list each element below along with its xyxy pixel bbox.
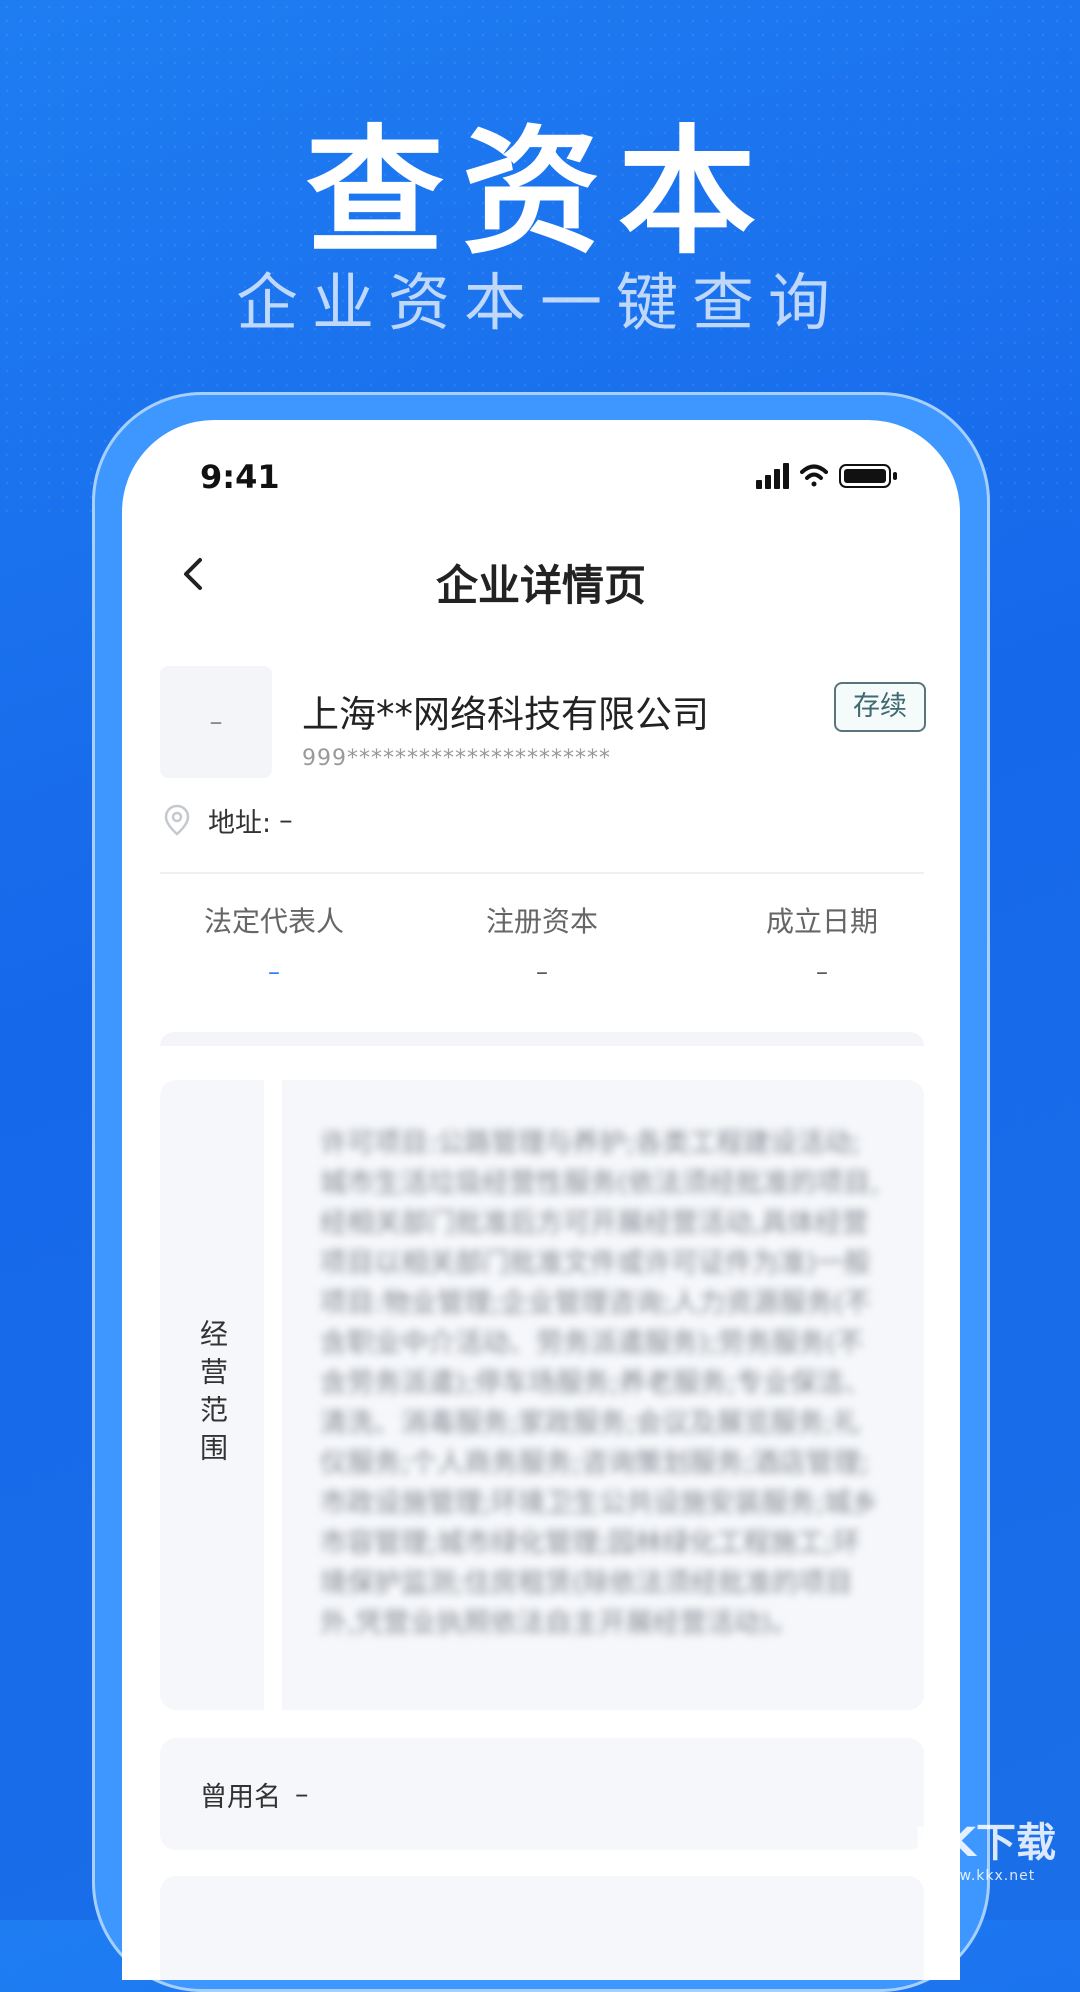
hero-title: 查资本 xyxy=(305,112,774,273)
former-name-label: 曾用名 xyxy=(200,1781,281,1813)
status-icons xyxy=(756,460,916,490)
former-name-card: 曾用名 – xyxy=(160,1738,924,1850)
stat-value: – xyxy=(816,958,828,986)
status-badge: 存续 xyxy=(834,682,926,732)
address-value: – xyxy=(279,804,293,836)
watermark-url: www.kkx.net xyxy=(934,1868,1036,1884)
card-top-edge xyxy=(160,1032,924,1046)
stat-registered-capital: 注册资本 – xyxy=(422,900,662,986)
address-row: 地址: – xyxy=(164,800,293,840)
watermark-main: KK下载 xyxy=(914,1820,1056,1866)
signal-icon xyxy=(756,463,789,489)
page-title: 企业详情页 xyxy=(435,561,646,610)
scope-separator xyxy=(264,1080,282,1710)
stat-label: 注册资本 xyxy=(485,905,598,938)
business-scope-label: 经营范围 xyxy=(196,1319,229,1471)
stat-establish-date: 成立日期 – xyxy=(702,900,942,986)
stat-value: – xyxy=(268,958,280,986)
stat-label: 成立日期 xyxy=(765,905,878,938)
business-scope-text: 许可项目:公路管理与养护;各类工程建设活动;城市生活垃圾经营性服务(依法须经批准… xyxy=(320,1128,880,1639)
business-scope-card: 经营范围 许可项目:公路管理与养护;各类工程建设活动;城市生活垃圾经营性服务(依… xyxy=(160,1080,924,1710)
battery-icon xyxy=(839,464,897,488)
company-logo-placeholder: – xyxy=(160,666,272,778)
next-card xyxy=(160,1876,924,1980)
divider xyxy=(160,872,924,874)
company-name: 上海**网络科技有限公司 xyxy=(302,693,709,736)
status-time: 9:41 xyxy=(200,458,280,496)
business-scope-label-column: 经营范围 xyxy=(160,1080,264,1710)
phone-screen: 9:41 企业详情页 – 上海**网络科技有限公司 999***********… xyxy=(122,420,960,1980)
company-credit-code: 999********************** xyxy=(302,746,611,771)
address-label: 地址: xyxy=(208,807,272,839)
stat-legal-representative[interactable]: 法定代表人 – xyxy=(154,900,394,986)
former-name-value: – xyxy=(295,1778,309,1810)
location-pin-icon xyxy=(164,804,190,836)
wifi-icon xyxy=(800,464,828,487)
hero-subtitle: 企业资本一键查询 xyxy=(235,266,844,339)
watermark: KK下载 www.kkx.net xyxy=(914,1810,1056,1884)
stat-value: – xyxy=(536,958,548,986)
stat-label: 法定代表人 xyxy=(203,905,344,938)
